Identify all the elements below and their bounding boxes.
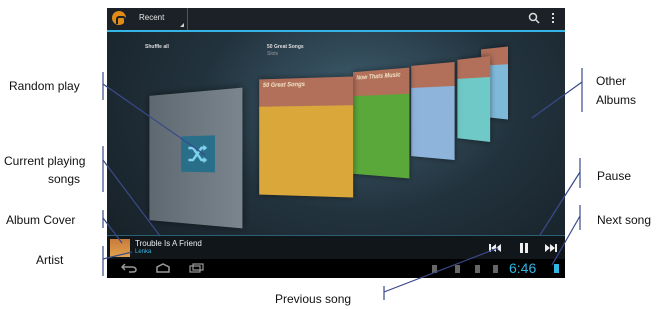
pointer-random-play [102, 83, 206, 156]
callout-lines [102, 68, 583, 300]
pointer-artist [102, 251, 133, 260]
pointer-previous-song [383, 247, 499, 293]
pointer-current-playing [102, 159, 161, 237]
pointer-album-cover [102, 217, 123, 244]
pointer-other-albums [531, 81, 583, 119]
pointer-next-song [551, 215, 581, 266]
